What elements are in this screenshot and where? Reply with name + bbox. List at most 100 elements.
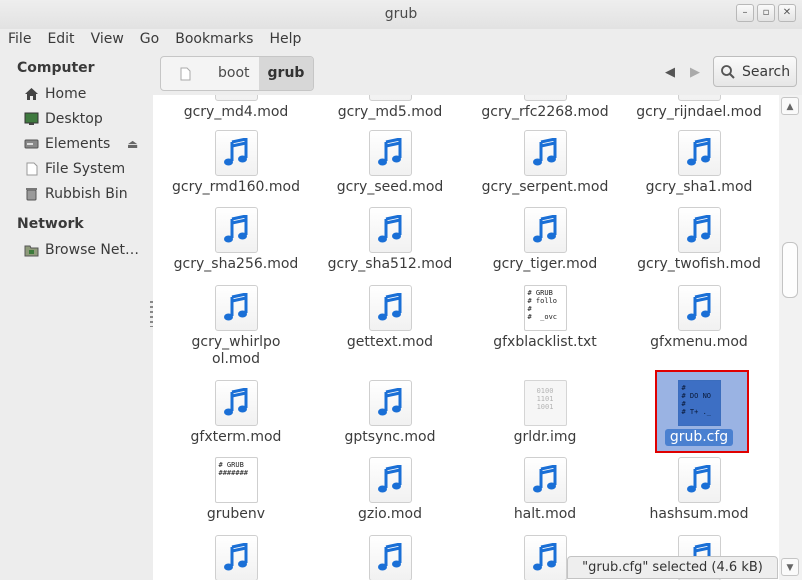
file-name: hashsum.mod — [649, 506, 749, 522]
file-name: gettext.mod — [346, 334, 434, 350]
file-item[interactable]: gptsync.mod — [315, 380, 465, 446]
file-name: gzio.mod — [358, 506, 422, 522]
eject-icon[interactable]: ⏏ — [127, 137, 138, 151]
audio-file-icon — [214, 285, 258, 331]
file-name: gcry_sha1.mod — [645, 179, 753, 195]
audio-file-icon — [368, 207, 412, 253]
status-bar: "grub.cfg" selected (4.6 kB) — [567, 556, 778, 579]
file-name: gcry_rmd160.mod — [172, 179, 300, 195]
vertical-scrollbar[interactable]: ▲ ▼ — [779, 95, 802, 580]
sidebar-item-elements[interactable]: Elements ⏏ — [24, 133, 150, 155]
sidebar-item-label: Elements — [45, 136, 111, 152]
sidebar-item-home[interactable]: Home — [24, 83, 150, 105]
file-item[interactable]: gettext.mod — [315, 285, 465, 351]
search-icon — [721, 64, 735, 79]
file-item[interactable]: gcry_whirlpool.mod — [161, 285, 311, 368]
file-item[interactable] — [315, 535, 465, 580]
file-item[interactable]: gcry_tiger.mod — [470, 207, 620, 273]
file-item[interactable]: gcry_md4.mod — [161, 95, 311, 121]
file-item[interactable]: hashsum.mod — [624, 457, 774, 523]
file-item[interactable]: halt.mod — [470, 457, 620, 523]
file-item[interactable]: gcry_sha256.mod — [161, 207, 311, 273]
file-name: gfxterm.mod — [190, 429, 282, 445]
scroll-down-button[interactable]: ▼ — [781, 558, 799, 576]
audio-file-icon — [523, 95, 567, 101]
audio-file-icon — [214, 95, 258, 101]
file-item[interactable]: gcry_twofish.mod — [624, 207, 774, 273]
file-name: gcry_md4.mod — [183, 104, 289, 120]
file-item[interactable]: gcry_rmd160.mod — [161, 130, 311, 196]
menu-bookmarks[interactable]: Bookmarks — [167, 29, 261, 52]
file-grid: gcry_md4.mod gcry_md5.mod gcry_rfc2268.mod… — [153, 95, 779, 580]
desktop-icon — [24, 112, 39, 126]
menu-go[interactable]: Go — [132, 29, 167, 52]
window-controls: – ▫ ✕ — [736, 4, 796, 22]
drive-icon — [24, 137, 39, 151]
text-file-icon: # GRUB # follo # # _ovc — [523, 285, 567, 331]
file-item[interactable]: gzio.mod — [315, 457, 465, 523]
file-item[interactable]: gcry_sha1.mod — [624, 130, 774, 196]
file-item[interactable] — [161, 535, 311, 580]
breadcrumb-grub[interactable]: grub — [258, 57, 314, 90]
audio-file-icon — [523, 207, 567, 253]
audio-file-icon — [523, 535, 567, 580]
file-name: grubenv — [206, 506, 266, 522]
file-item[interactable]: # # DO NO # # T+ ._ grub.cfg — [624, 380, 774, 446]
scrollbar-thumb[interactable] — [782, 242, 798, 298]
file-name: grub.cfg — [624, 429, 774, 446]
file-name: gcry_md5.mod — [337, 104, 443, 120]
toolbar: boot grub ◀ ▶ Search — [153, 52, 802, 95]
file-item[interactable]: gcry_sha512.mod — [315, 207, 465, 273]
file-item[interactable]: gcry_rfc2268.mod — [470, 95, 620, 121]
audio-file-icon — [523, 130, 567, 176]
trash-icon — [24, 187, 39, 201]
file-name: gcry_seed.mod — [336, 179, 444, 195]
file-item[interactable]: gcry_seed.mod — [315, 130, 465, 196]
audio-file-icon — [368, 285, 412, 331]
file-item[interactable]: # GRUB # follo # # _ovc gfxblacklist.txt — [470, 285, 620, 351]
audio-file-icon — [677, 285, 721, 331]
file-item[interactable]: gcry_rijndael.mod — [624, 95, 774, 121]
menu-help[interactable]: Help — [261, 29, 309, 52]
scroll-up-button[interactable]: ▲ — [781, 97, 799, 115]
audio-file-icon — [677, 130, 721, 176]
file-name: gcry_rijndael.mod — [636, 104, 762, 120]
file-name: gcry_whirlpool.mod — [191, 334, 281, 367]
menu-view[interactable]: View — [83, 29, 132, 52]
menu-edit[interactable]: Edit — [39, 29, 82, 52]
breadcrumb-boot[interactable]: boot — [209, 57, 259, 90]
title-bar: grub – ▫ ✕ — [0, 0, 802, 29]
search-label: Search — [742, 63, 791, 80]
sidebar-heading-computer: Computer — [17, 60, 95, 76]
menu-bar: File Edit View Go Bookmarks Help — [0, 29, 802, 52]
network-icon — [24, 243, 39, 257]
file-item[interactable]: gcry_md5.mod — [315, 95, 465, 121]
sidebar-item-browse-net[interactable]: Browse Net… — [24, 239, 150, 261]
sidebar-item-rubbish-bin[interactable]: Rubbish Bin — [24, 183, 150, 205]
menu-file[interactable]: File — [0, 29, 39, 52]
close-button[interactable]: ✕ — [778, 4, 796, 22]
file-item[interactable]: 0100 1101 1001 grldr.img — [470, 380, 620, 446]
file-item[interactable]: gcry_serpent.mod — [470, 130, 620, 196]
audio-file-icon — [677, 95, 721, 101]
audio-file-icon — [214, 380, 258, 426]
file-name: gfxblacklist.txt — [493, 334, 597, 350]
sidebar-item-file-system[interactable]: File System — [24, 158, 150, 180]
file-item[interactable]: gfxterm.mod — [161, 380, 311, 446]
maximize-button[interactable]: ▫ — [757, 4, 775, 22]
text-file-icon: # # DO NO # # T+ ._ — [677, 380, 721, 426]
selected-file-name: grub.cfg — [664, 429, 734, 446]
file-name: gcry_rfc2268.mod — [481, 104, 609, 120]
sidebar-item-desktop[interactable]: Desktop — [24, 108, 150, 130]
file-name: gfxmenu.mod — [650, 334, 748, 350]
minimize-button[interactable]: – — [736, 4, 754, 22]
file-item[interactable]: gfxmenu.mod — [624, 285, 774, 351]
forward-arrow-icon[interactable]: ▶ — [690, 65, 700, 80]
audio-file-icon — [523, 457, 567, 503]
file-icon[interactable] — [161, 57, 209, 90]
back-arrow-icon[interactable]: ◀ — [665, 65, 675, 80]
file-name: gcry_serpent.mod — [481, 179, 609, 195]
file-item[interactable]: # GRUB ####### grubenv — [161, 457, 311, 523]
search-button[interactable]: Search — [713, 56, 797, 87]
breadcrumb: boot grub — [160, 56, 315, 91]
